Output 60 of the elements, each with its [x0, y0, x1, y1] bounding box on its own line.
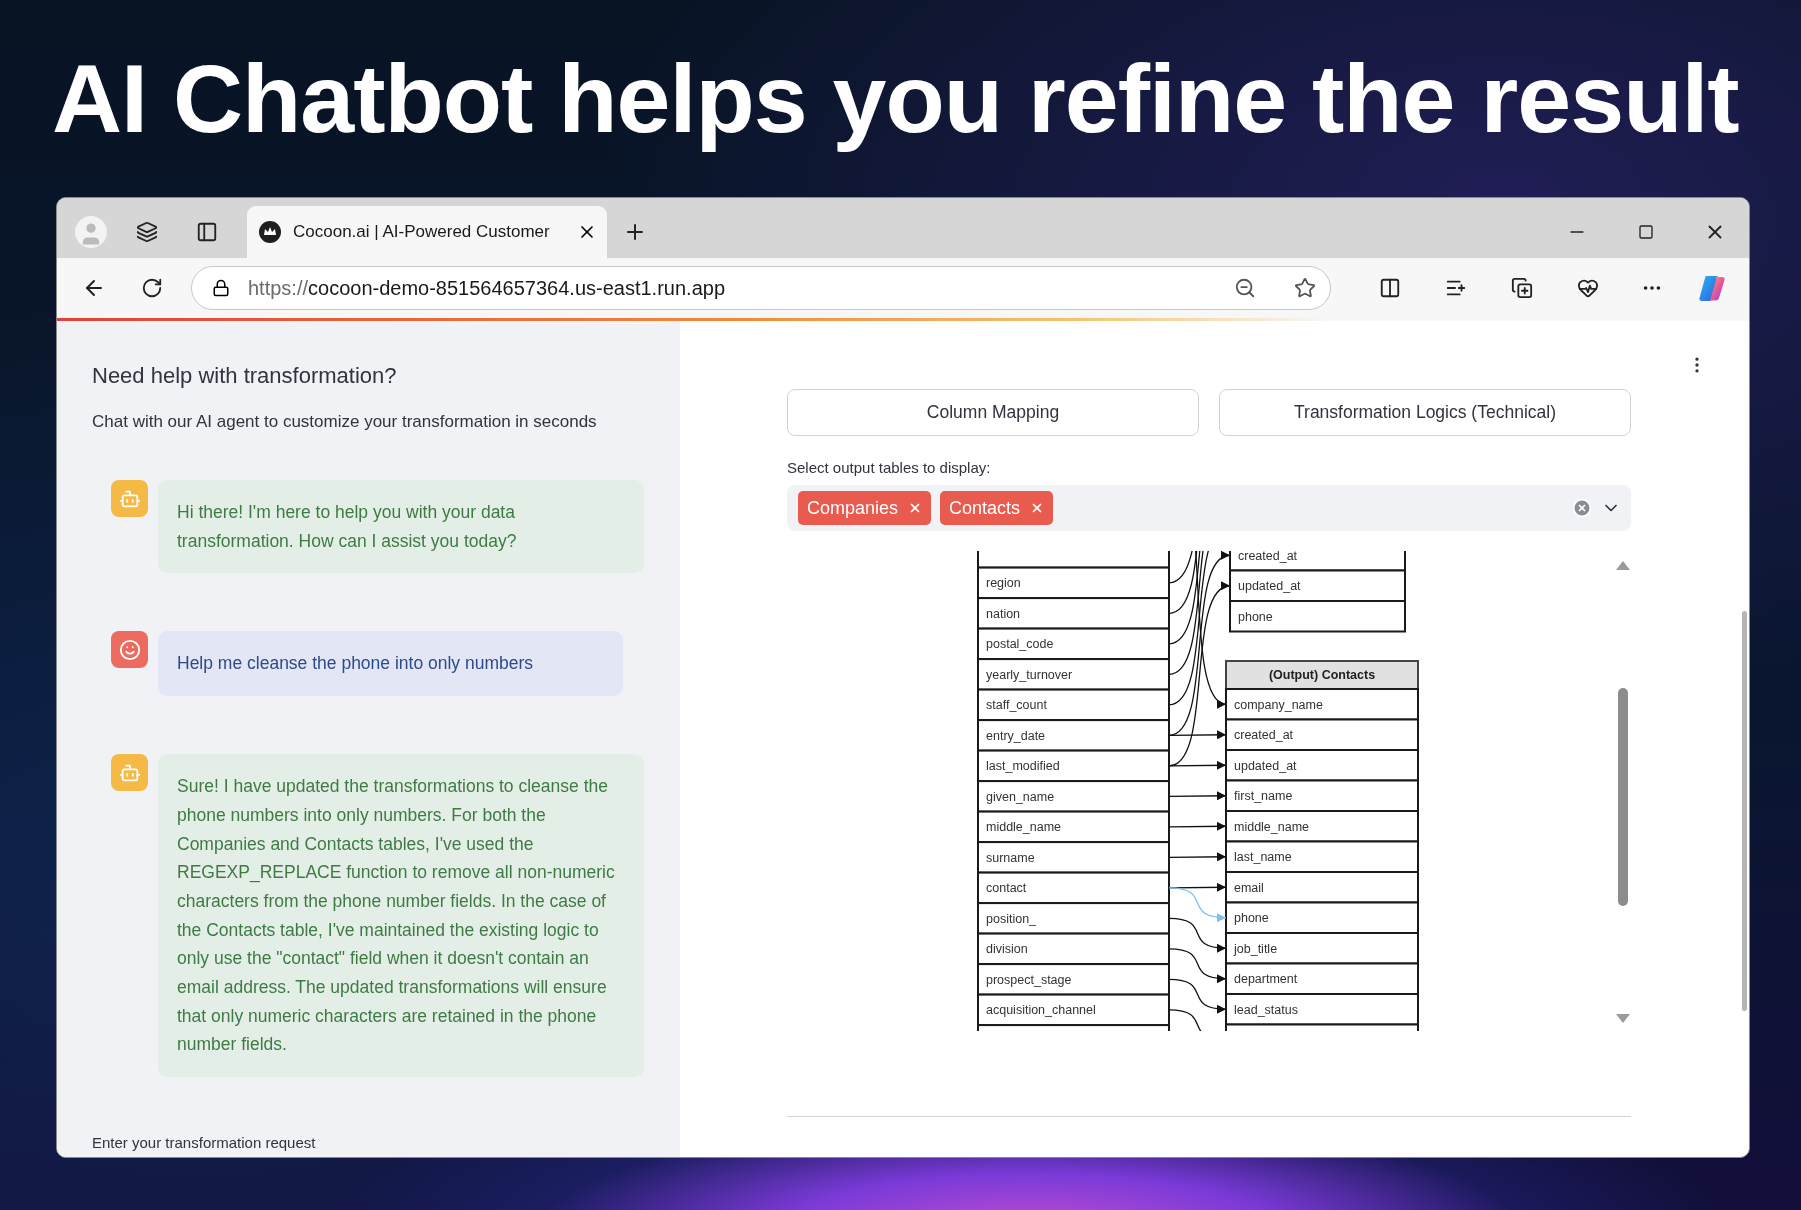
field-row: updated_at — [1225, 749, 1419, 782]
zoom-out-icon[interactable] — [1234, 277, 1256, 299]
chat-title: Need help with transformation? — [92, 363, 398, 389]
field-row: acquisition_channel — [977, 993, 1170, 1027]
select-label: Select output tables to display: — [787, 459, 992, 476]
clear-icon[interactable] — [1572, 498, 1592, 518]
input-label: Enter your transformation request — [92, 1134, 317, 1151]
collections-icon[interactable] — [1511, 277, 1533, 299]
field-row: phone — [1229, 600, 1406, 633]
field-row: region — [977, 566, 1170, 600]
address-bar[interactable]: https://cocoon-demo-851564657364.us-east1.run.app — [191, 266, 1331, 310]
scroll-down-icon[interactable] — [1616, 1014, 1630, 1023]
field-row: created_at — [1225, 718, 1419, 751]
field-row: email — [1225, 871, 1419, 904]
bot-avatar-icon — [111, 754, 148, 792]
crown-favicon-icon — [259, 221, 281, 243]
field-row: division — [977, 932, 1170, 966]
field-row: yearly_turnover — [977, 658, 1170, 691]
field-row: staff_count — [977, 688, 1170, 722]
field-row: surname — [977, 841, 1170, 874]
browser-tab[interactable]: Cocoon.ai | AI-Powered Customer — [247, 206, 607, 258]
field-row: created_at — [1229, 551, 1406, 572]
headline: AI Chatbot helps you refine the result — [51, 43, 1740, 155]
chat-message: Hi there! I'm here to help you with your data transformation. How can I assist you today? — [158, 480, 644, 574]
chat-subtitle: Chat with our AI agent to customize your transformation in seconds — [92, 412, 598, 432]
field-row: last_name — [1225, 840, 1419, 873]
field-row: phone — [1225, 901, 1419, 934]
field-row: postal_code — [977, 627, 1170, 661]
field-row: last_modified — [977, 749, 1170, 783]
field-row: job_title — [1225, 932, 1419, 965]
url-text: https://cocoon-demo-851564657364.us-east1.run.app — [248, 276, 726, 300]
field-row: middle_name — [1225, 810, 1419, 843]
field-row: entry_date — [977, 719, 1170, 752]
maximize-icon[interactable] — [1637, 224, 1654, 240]
view-button[interactable]: Transformation Logics (Technical) — [1219, 389, 1631, 436]
user-avatar-icon — [111, 631, 148, 669]
scroll-up-icon[interactable] — [1616, 561, 1630, 570]
field-row: middle_name — [977, 810, 1170, 844]
table-header: (Output) Contacts — [1225, 660, 1419, 690]
chat-message: Sure! I have updated the transformations to cleanse the phone numbers into only numbers. For both the Companies and Contacts tables, I've used the REGEXP_REPLACE function to remove all non-numeric characters from the phone number fields. In the case of the Contacts table, I've maintained the existing logic to only use the "contact" field when it doesn't contain an email address. The updated transformations will ensure that only numeric characters are retained in the phone number fields. — [158, 754, 644, 1078]
field-row: prospect_stage — [977, 963, 1170, 996]
field-row: position_ — [977, 902, 1170, 935]
field-row: company_name — [1225, 688, 1419, 721]
tab-title: Cocoon.ai | AI-Powered Customer — [293, 222, 551, 242]
field-row: department — [1225, 962, 1419, 995]
lock-icon — [212, 279, 230, 297]
field-row: contact — [977, 871, 1170, 905]
scrollbar-thumb[interactable] — [1618, 688, 1628, 906]
field-row: first_name — [1225, 779, 1419, 812]
chat-message: Help me cleanse the phone into only numbers — [158, 631, 623, 697]
tab-actions-icon[interactable] — [196, 221, 218, 243]
reload-icon[interactable] — [141, 277, 163, 299]
field-row: given_name — [977, 780, 1170, 813]
page-scrollbar-thumb[interactable] — [1742, 611, 1747, 1011]
view-button[interactable]: Column Mapping — [787, 389, 1199, 436]
favorite-star-icon[interactable] — [1294, 277, 1316, 299]
bot-avatar-icon — [111, 480, 148, 517]
split-screen-icon[interactable] — [1379, 277, 1401, 299]
field-row: nation — [977, 597, 1170, 630]
field-row: updated_at — [1229, 569, 1406, 602]
